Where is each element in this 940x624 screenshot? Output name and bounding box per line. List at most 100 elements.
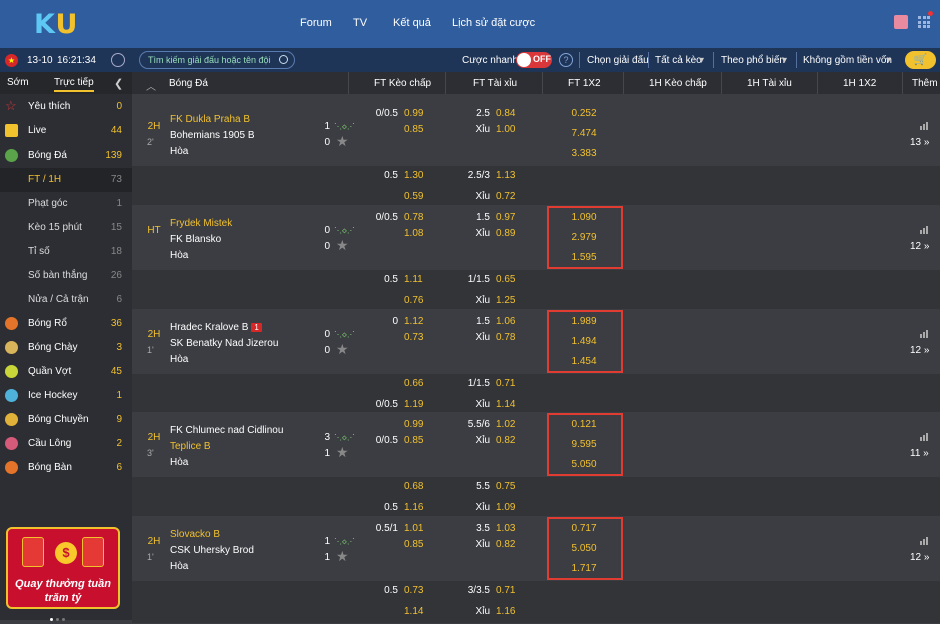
away-team[interactable]: CSK Uhersky Brod bbox=[170, 545, 254, 556]
favorite-star-icon[interactable]: ★ bbox=[336, 133, 349, 150]
total-odds[interactable]: 0.65 bbox=[496, 274, 515, 285]
handicap-odds[interactable]: 0.85 bbox=[404, 435, 423, 446]
collapse-up-icon[interactable]: ︿ bbox=[146, 78, 156, 93]
handicap-odds[interactable]: 1.11 bbox=[404, 274, 423, 285]
more-markets-button[interactable]: 13 » bbox=[910, 137, 929, 148]
home-team[interactable]: FK Dukla Praha B bbox=[170, 114, 250, 125]
handicap-odds[interactable]: 0.68 bbox=[404, 481, 423, 492]
sidebar-item-basketball[interactable]: Bóng Rổ 36 bbox=[0, 312, 132, 336]
chevron-down-icon[interactable]: ▾ bbox=[886, 55, 891, 66]
total-odds[interactable]: 0.89 bbox=[496, 228, 515, 239]
more-markets-button[interactable]: 12 » bbox=[910, 552, 929, 563]
handicap-odds[interactable]: 0.66 bbox=[404, 378, 423, 389]
total-odds[interactable]: 1.25 bbox=[496, 295, 515, 306]
home-team[interactable]: FK Chlumec nad Cidlinou bbox=[170, 425, 283, 436]
total-odds[interactable]: 1.02 bbox=[496, 419, 515, 430]
handicap-odds[interactable]: 0.99 bbox=[404, 419, 423, 430]
home-team[interactable]: Frydek Mistek bbox=[170, 218, 232, 229]
away-team[interactable]: SK Benatky Nad Jizerou bbox=[170, 338, 278, 349]
sidebar-item-table-tennis[interactable]: Bóng Bàn 6 bbox=[0, 456, 132, 480]
total-odds[interactable]: 0.82 bbox=[496, 435, 515, 446]
odds-draw[interactable]: 3.383 bbox=[554, 148, 614, 159]
sidebar-item-tennis[interactable]: Quần Vợt 45 bbox=[0, 360, 132, 384]
home-team[interactable]: Hradec Kralove B1 bbox=[170, 322, 262, 333]
chart-bars-icon[interactable] bbox=[920, 537, 930, 545]
total-odds[interactable]: 1.09 bbox=[496, 502, 515, 513]
handicap-odds[interactable]: 0.59 bbox=[404, 191, 423, 202]
sidebar-item-ht-ft[interactable]: Nửa / Cả trận 6 bbox=[0, 288, 132, 312]
handicap-odds[interactable]: 1.08 bbox=[404, 228, 423, 239]
away-team[interactable]: Teplice B bbox=[170, 441, 211, 452]
total-odds[interactable]: 0.84 bbox=[496, 108, 515, 119]
favorite-star-icon[interactable]: ★ bbox=[336, 237, 349, 254]
handicap-odds[interactable]: 1.19 bbox=[404, 399, 423, 410]
league-select-button[interactable]: Chọn giải đấu bbox=[587, 55, 649, 66]
handicap-odds[interactable]: 0.85 bbox=[404, 124, 423, 135]
promo-banner[interactable]: $ Quay thưởng tuần trăm tỷ bbox=[6, 527, 120, 609]
total-odds[interactable]: 1.03 bbox=[496, 523, 515, 534]
handicap-odds[interactable]: 1.30 bbox=[404, 170, 423, 181]
odds-home-win[interactable]: 0.252 bbox=[554, 108, 614, 119]
filter-no-stake[interactable]: Không gồm tiền vốn bbox=[803, 55, 892, 66]
quick-bet-toggle[interactable]: OFF bbox=[516, 52, 552, 68]
stats-icon[interactable]: ⋱◇⋰ bbox=[334, 537, 355, 546]
total-odds[interactable]: 1.16 bbox=[496, 606, 515, 617]
search-icon[interactable] bbox=[279, 55, 288, 64]
apps-grid-icon[interactable] bbox=[918, 16, 930, 28]
handicap-odds[interactable]: 1.01 bbox=[404, 523, 423, 534]
total-odds[interactable]: 1.00 bbox=[496, 124, 515, 135]
ku-logo[interactable]: KU bbox=[34, 9, 78, 40]
cart-icon[interactable]: 🛒 bbox=[905, 51, 936, 69]
favorite-star-icon[interactable]: ★ bbox=[336, 444, 349, 461]
handicap-odds[interactable]: 1.16 bbox=[404, 502, 423, 513]
filter-all-bets[interactable]: Tất cả kèo bbox=[655, 55, 702, 66]
odds-away-win[interactable]: 7.474 bbox=[554, 128, 614, 139]
sidebar-item-baseball[interactable]: Bóng Chày 3 bbox=[0, 336, 132, 360]
total-odds[interactable]: 1.14 bbox=[496, 399, 515, 410]
handicap-odds[interactable]: 0.76 bbox=[404, 295, 423, 306]
sidebar-item-total-goals[interactable]: Số bàn thắng 26 bbox=[0, 264, 132, 288]
handicap-odds[interactable]: 0.99 bbox=[404, 108, 423, 119]
sidebar-item-correct-score[interactable]: Tỉ số 18 bbox=[0, 240, 132, 264]
away-team[interactable]: FK Blansko bbox=[170, 234, 221, 245]
favorite-star-icon[interactable]: ★ bbox=[336, 548, 349, 565]
nav-forum[interactable]: Forum bbox=[300, 17, 332, 29]
total-odds[interactable]: 1.13 bbox=[496, 170, 515, 181]
sidebar-item-favorites[interactable]: ☆ Yêu thích 0 bbox=[0, 95, 132, 119]
stats-icon[interactable]: ⋱◇⋰ bbox=[334, 330, 355, 339]
total-odds[interactable]: 0.71 bbox=[496, 378, 515, 389]
handicap-odds[interactable]: 0.73 bbox=[404, 585, 423, 596]
handicap-odds[interactable]: 0.85 bbox=[404, 539, 423, 550]
home-team[interactable]: Slovacko B bbox=[170, 529, 220, 540]
chart-bars-icon[interactable] bbox=[920, 330, 930, 338]
collapse-chevron-icon[interactable]: ❮ bbox=[114, 77, 123, 90]
theme-sun-icon[interactable] bbox=[111, 53, 125, 67]
sidebar-item-ft-1h[interactable]: FT / 1H 73 bbox=[0, 168, 132, 192]
sidebar-item-live[interactable]: Live 44 bbox=[0, 119, 132, 143]
tab-live[interactable]: Trực tiếp bbox=[54, 77, 94, 92]
handicap-odds[interactable]: 0.73 bbox=[404, 332, 423, 343]
more-markets-button[interactable]: 11 » bbox=[910, 448, 929, 459]
favorite-star-icon[interactable]: ★ bbox=[336, 341, 349, 358]
sidebar-item-15min[interactable]: Kèo 15 phút 15 bbox=[0, 216, 132, 240]
away-team[interactable]: Bohemians 1905 B bbox=[170, 130, 255, 141]
sidebar-item-football[interactable]: Bóng Đá 139 bbox=[0, 144, 132, 168]
more-markets-button[interactable]: 12 » bbox=[910, 241, 929, 252]
total-odds[interactable]: 0.78 bbox=[496, 332, 515, 343]
nav-results[interactable]: Kết quả bbox=[393, 17, 431, 29]
handicap-odds[interactable]: 1.14 bbox=[404, 606, 423, 617]
total-odds[interactable]: 0.75 bbox=[496, 481, 515, 492]
stats-icon[interactable]: ⋱◇⋰ bbox=[334, 433, 355, 442]
total-odds[interactable]: 1.06 bbox=[496, 316, 515, 327]
total-odds[interactable]: 0.71 bbox=[496, 585, 515, 596]
tab-early[interactable]: Sớm bbox=[7, 77, 29, 88]
handicap-odds[interactable]: 0.78 bbox=[404, 212, 423, 223]
chart-bars-icon[interactable] bbox=[920, 122, 930, 130]
gift-icon[interactable] bbox=[894, 15, 908, 29]
stats-icon[interactable]: ⋱◇⋰ bbox=[334, 122, 355, 131]
total-odds[interactable]: 0.82 bbox=[496, 539, 515, 550]
chart-bars-icon[interactable] bbox=[920, 226, 930, 234]
search-input[interactable]: Tìm kiếm giải đấu hoặc tên đội bbox=[139, 51, 295, 69]
chevron-down-icon[interactable]: ▾ bbox=[782, 55, 787, 66]
vietnam-flag-icon[interactable]: ★ bbox=[5, 54, 18, 67]
